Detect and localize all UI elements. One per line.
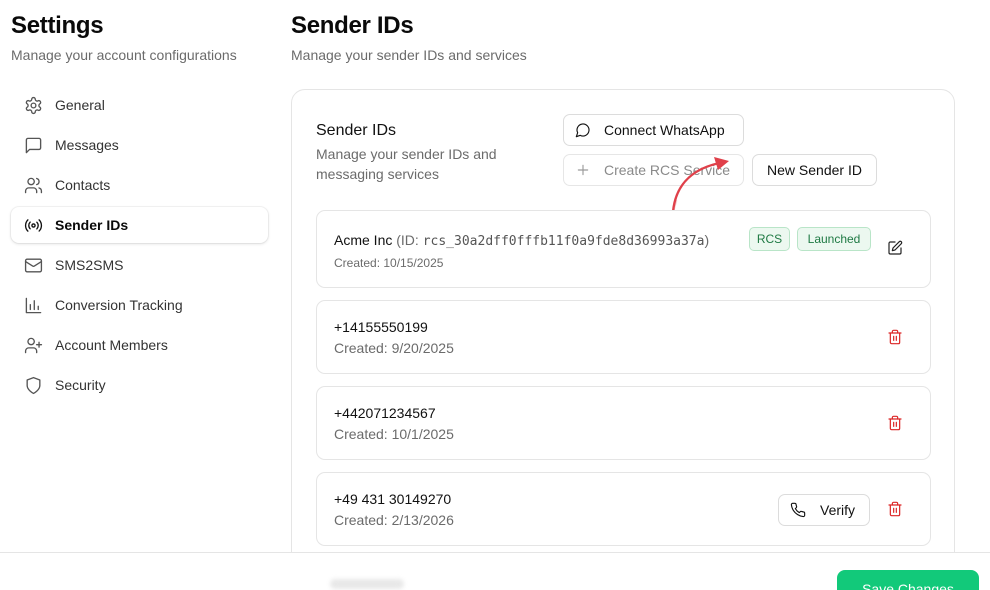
sender-id: (ID: rcs_30a2dff0fffb11f0a9fde8d36993a37… [396, 232, 710, 249]
verify-button[interactable]: Verify [778, 494, 870, 526]
sidebar-title: Settings [11, 12, 104, 39]
footer-placeholder [330, 579, 404, 589]
sender-name-line: Acme Inc (ID: rcs_30a2dff0fffb11f0a9fde8… [334, 232, 709, 249]
sidebar-item-label: General [55, 97, 105, 113]
sidebar-item-label: Security [55, 377, 106, 393]
sender-created-date: Created: 2/13/2026 [334, 512, 454, 528]
radio-signal-icon [23, 215, 43, 235]
trash-icon [888, 415, 902, 431]
message-square-icon [23, 135, 43, 155]
sender-row: Acme Inc (ID: rcs_30a2dff0fffb11f0a9fde8… [316, 210, 931, 288]
sender-name: +49 431 30149270 [334, 491, 452, 507]
bar-chart-icon [23, 295, 43, 315]
plus-icon [575, 162, 591, 178]
sender-created-date: Created: 9/20/2025 [334, 340, 454, 356]
sidebar-item-security[interactable]: Security [11, 367, 268, 403]
sidebar-item-conversion-tracking[interactable]: Conversion Tracking [11, 287, 268, 323]
annotation-arrow-icon [671, 157, 729, 214]
sender-row: +14155550199 Created: 9/20/2025 [316, 300, 931, 374]
sender-ids-card: Sender IDs Manage your sender IDs and me… [291, 89, 955, 569]
user-plus-icon [23, 335, 43, 355]
sidebar-item-label: SMS2SMS [55, 257, 124, 273]
users-icon [23, 175, 43, 195]
edit-sender-button[interactable] [884, 237, 906, 259]
sender-name: +442071234567 [334, 405, 436, 421]
sidebar-item-sender-ids[interactable]: Sender IDs [11, 207, 268, 243]
sidebar-item-label: Sender IDs [55, 217, 129, 233]
sidebar-item-label: Messages [55, 137, 119, 153]
sender-row: +49 431 30149270 Created: 2/13/2026 Veri… [316, 472, 931, 546]
page-title: Sender IDs [291, 12, 414, 39]
sidebar-item-contacts[interactable]: Contacts [11, 167, 268, 203]
sidebar-item-messages[interactable]: Messages [11, 127, 268, 163]
verify-label: Verify [820, 502, 856, 518]
trash-icon [888, 329, 902, 345]
card-title: Sender IDs [316, 122, 397, 139]
sidebar-subtitle: Manage your account configurations [11, 47, 237, 63]
sender-created-date: Created: 10/1/2025 [334, 426, 454, 442]
sender-name: Acme Inc [334, 232, 393, 248]
mail-icon [23, 255, 43, 275]
connect-whatsapp-button[interactable]: Connect WhatsApp [563, 114, 744, 146]
gear-icon [23, 95, 43, 115]
connect-whatsapp-label: Connect WhatsApp [604, 122, 725, 138]
sidebar-item-sms2sms[interactable]: SMS2SMS [11, 247, 268, 283]
message-circle-icon [575, 122, 591, 138]
phone-icon [790, 502, 806, 518]
sender-name: +14155550199 [334, 319, 428, 335]
launched-status-badge: Launched [797, 227, 871, 251]
delete-sender-button[interactable] [884, 412, 906, 434]
save-changes-button[interactable]: Save Changes [837, 570, 979, 590]
sender-created-date: Created: 10/15/2025 [334, 256, 444, 270]
sidebar-item-label: Contacts [55, 177, 111, 193]
page-subtitle: Manage your sender IDs and services [291, 47, 527, 63]
sender-row: +442071234567 Created: 10/1/2025 [316, 386, 931, 460]
trash-icon [888, 501, 902, 517]
new-sender-id-label: New Sender ID [767, 162, 862, 178]
delete-sender-button[interactable] [884, 498, 906, 520]
sender-id-code: rcs_30a2dff0fffb11f0a9fde8d36993a37a [422, 234, 705, 249]
card-description: Manage your sender IDs and messaging ser… [316, 146, 497, 182]
edit-icon [888, 240, 903, 255]
settings-footer: Save Changes [0, 552, 990, 590]
rcs-badge: RCS [749, 227, 790, 251]
new-sender-id-button[interactable]: New Sender ID [752, 154, 877, 186]
sidebar-item-general[interactable]: General [11, 87, 268, 123]
settings-nav: General Messages Contacts Sender IDs SMS… [11, 87, 268, 407]
sidebar-item-account-members[interactable]: Account Members [11, 327, 268, 363]
shield-icon [23, 375, 43, 395]
sidebar-item-label: Account Members [55, 337, 168, 353]
delete-sender-button[interactable] [884, 326, 906, 348]
sidebar-item-label: Conversion Tracking [55, 297, 183, 313]
